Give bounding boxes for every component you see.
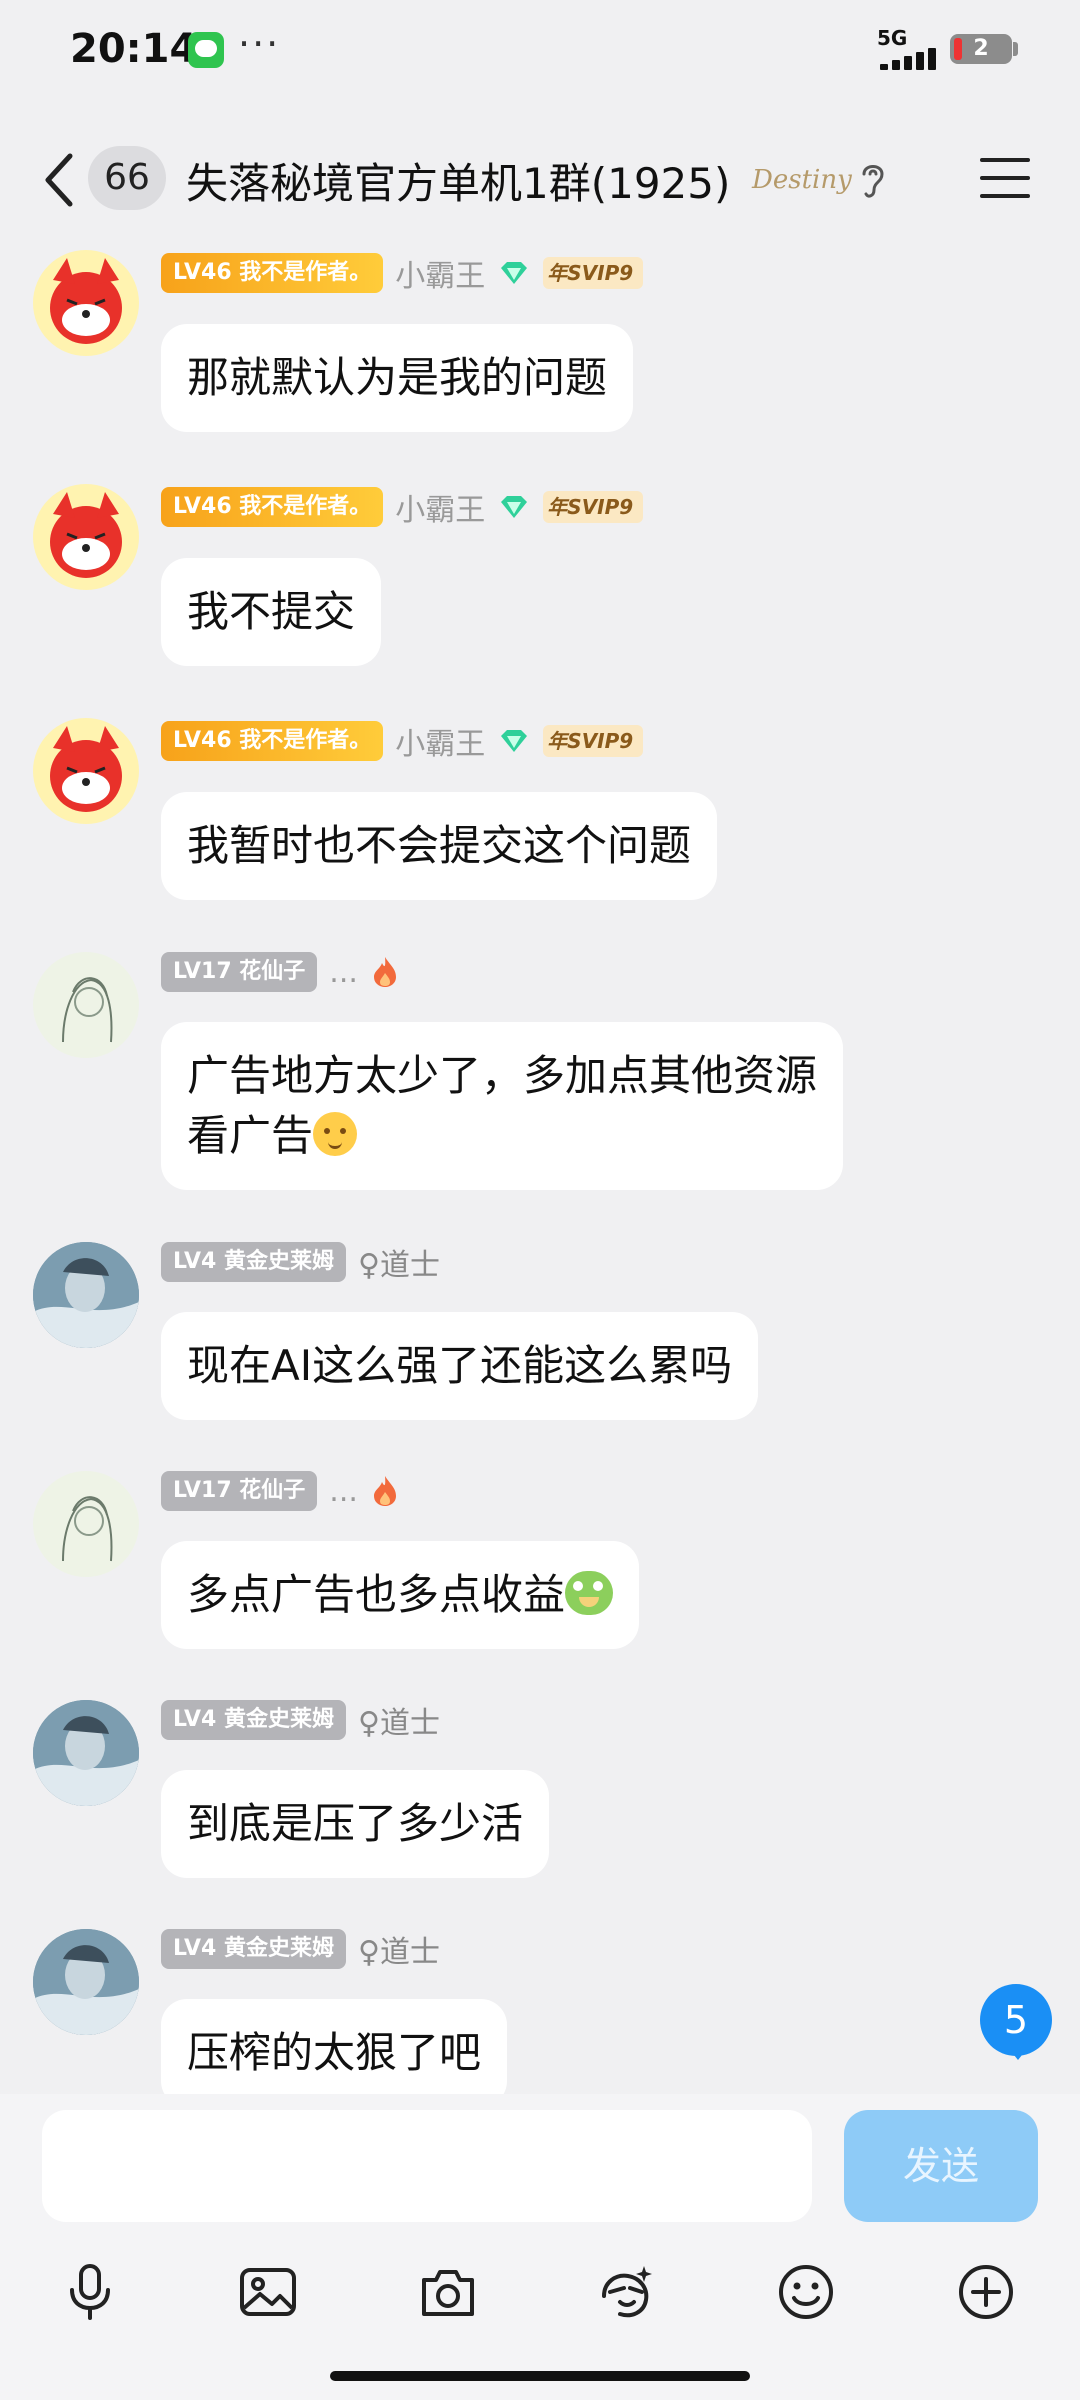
message-bubble[interactable]: 那就默认为是我的问题 [161, 324, 634, 432]
message-bubble[interactable]: 压榨的太狠了吧 [161, 1999, 508, 2107]
plus-icon[interactable] [956, 2262, 1016, 2322]
emoji-icon[interactable] [776, 2262, 836, 2322]
sender-info: LV4 黄金史莱姆 ♀道士 [161, 1929, 440, 1970]
sender-info: LV46 我不是作者。 小霸王 年SVIP9 [161, 719, 644, 763]
message-bubble[interactable]: 广告地方太少了，多加点其他资源 看广告 [161, 1022, 844, 1190]
camera-icon[interactable] [418, 2262, 478, 2322]
message-text-line: 看广告 [187, 1106, 817, 1166]
avatar[interactable] [33, 1242, 139, 1348]
message-bubble[interactable]: 现在AI这么强了还能这么累吗 [161, 1312, 759, 1420]
home-indicator[interactable] [330, 2371, 750, 2381]
level-badge: LV17 花仙子 [161, 952, 318, 992]
new-messages-badge[interactable]: 5 [980, 1984, 1052, 2060]
level-badge: LV4 黄金史莱姆 [161, 1242, 346, 1282]
level-badge: LV46 我不是作者。 [161, 253, 384, 293]
fire-icon [373, 1476, 396, 1506]
message-text: 看广告 [187, 1111, 314, 1160]
sender-name[interactable]: ... [329, 955, 358, 990]
battery-tip [1013, 42, 1018, 56]
more-notifications-icon: ··· [238, 22, 281, 66]
message-bubble[interactable]: 到底是压了多少活 [161, 1770, 550, 1878]
back-icon[interactable] [40, 152, 80, 208]
sender-name[interactable]: 小霸王 [395, 719, 485, 763]
sender-name[interactable]: 小霸王 [395, 251, 485, 295]
avatar[interactable] [33, 1471, 139, 1577]
sender-name[interactable]: 小霸王 [395, 485, 485, 529]
level-badge: LV17 花仙子 [161, 1471, 318, 1511]
sender-title-tag: ♀道士 [357, 1935, 440, 1970]
fire-icon [373, 957, 396, 987]
send-button[interactable]: 发送 [844, 2110, 1038, 2222]
unread-count-badge[interactable]: 66 [88, 146, 166, 210]
message-bubble[interactable]: 多点广告也多点收益 [161, 1541, 640, 1649]
level-badge: LV4 黄金史莱姆 [161, 1929, 346, 1969]
message-bubble[interactable]: 我不提交 [161, 558, 382, 666]
menu-icon[interactable] [980, 156, 1030, 200]
smile-emoji-icon [313, 1112, 358, 1156]
avatar[interactable] [33, 1929, 139, 2035]
avatar[interactable] [33, 484, 139, 590]
battery-level: 2 [973, 36, 989, 61]
gem-icon [501, 730, 528, 752]
gem-icon [501, 262, 528, 284]
sender-info: LV17 花仙子 ... [161, 952, 400, 992]
status-bar: 20:14 ··· 5G 2 [0, 0, 1080, 100]
level-badge: LV4 黄金史莱姆 [161, 1700, 346, 1740]
level-badge: LV46 我不是作者。 [161, 721, 384, 761]
message-bubble[interactable]: 我暂时也不会提交这个问题 [161, 792, 718, 900]
sender-info: LV4 黄金史莱姆 ♀道士 [161, 1242, 440, 1283]
message-text: 多点广告也多点收益 [187, 1570, 566, 1619]
frog-emoji-icon [565, 1571, 614, 1615]
vip-badge: 年SVIP9 [543, 491, 644, 523]
page-title[interactable]: 失落秘境官方单机1群(1925) [186, 150, 730, 211]
avatar[interactable] [33, 952, 139, 1058]
sender-info: LV17 花仙子 ... [161, 1471, 400, 1511]
image-icon[interactable] [238, 2262, 298, 2322]
status-time: 20:14 [70, 26, 198, 72]
sender-title-tag: ♀道士 [357, 1248, 440, 1283]
gem-icon [501, 496, 528, 518]
network-type: 5G [877, 26, 908, 50]
sender-info: LV46 我不是作者。 小霸王 年SVIP9 [161, 251, 644, 295]
level-badge: LV46 我不是作者。 [161, 487, 384, 527]
sender-title-tag: ♀道士 [357, 1706, 440, 1741]
sticker-icon[interactable] [596, 2262, 656, 2322]
message-text-line: 广告地方太少了，多加点其他资源 [187, 1051, 818, 1100]
ear-icon[interactable] [856, 158, 890, 202]
avatar[interactable] [33, 250, 139, 356]
sender-info: LV46 我不是作者。 小霸王 年SVIP9 [161, 485, 644, 529]
avatar[interactable] [33, 1700, 139, 1806]
group-badge: Destiny [752, 165, 852, 195]
message-notification-icon [188, 32, 224, 68]
mic-icon[interactable] [60, 2262, 120, 2322]
vip-badge: 年SVIP9 [543, 257, 644, 289]
avatar[interactable] [33, 718, 139, 824]
message-input[interactable] [42, 2110, 812, 2222]
battery-icon: 2 [950, 34, 1012, 64]
vip-badge: 年SVIP9 [543, 725, 644, 757]
sender-name[interactable]: ... [329, 1474, 358, 1509]
sender-info: LV4 黄金史莱姆 ♀道士 [161, 1700, 440, 1741]
signal-icon [880, 48, 936, 70]
